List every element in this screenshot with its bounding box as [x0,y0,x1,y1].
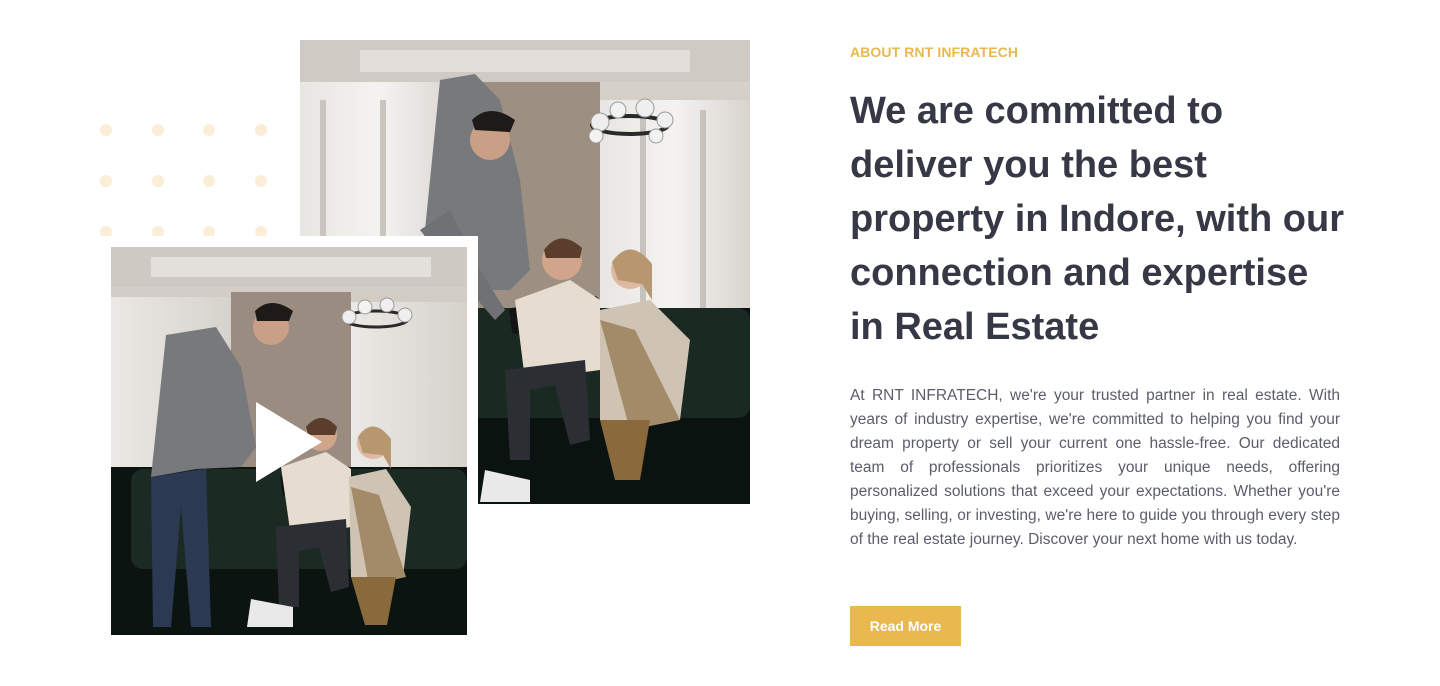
dot [152,124,164,136]
dot [152,175,164,187]
read-more-button[interactable]: Read More [850,606,961,646]
dot [255,175,267,187]
play-icon [256,402,322,482]
dot [203,175,215,187]
dot-pattern [100,124,280,240]
dot [100,124,112,136]
dot [100,175,112,187]
section-headline: We are committed to deliver you the best… [850,90,1344,348]
dot [255,124,267,136]
play-button[interactable] [256,402,324,482]
section-eyebrow: ABOUT RNT INFRATECH [850,44,1019,60]
about-description: At RNT INFRATECH, we're your trusted par… [850,387,1340,548]
dot [203,124,215,136]
